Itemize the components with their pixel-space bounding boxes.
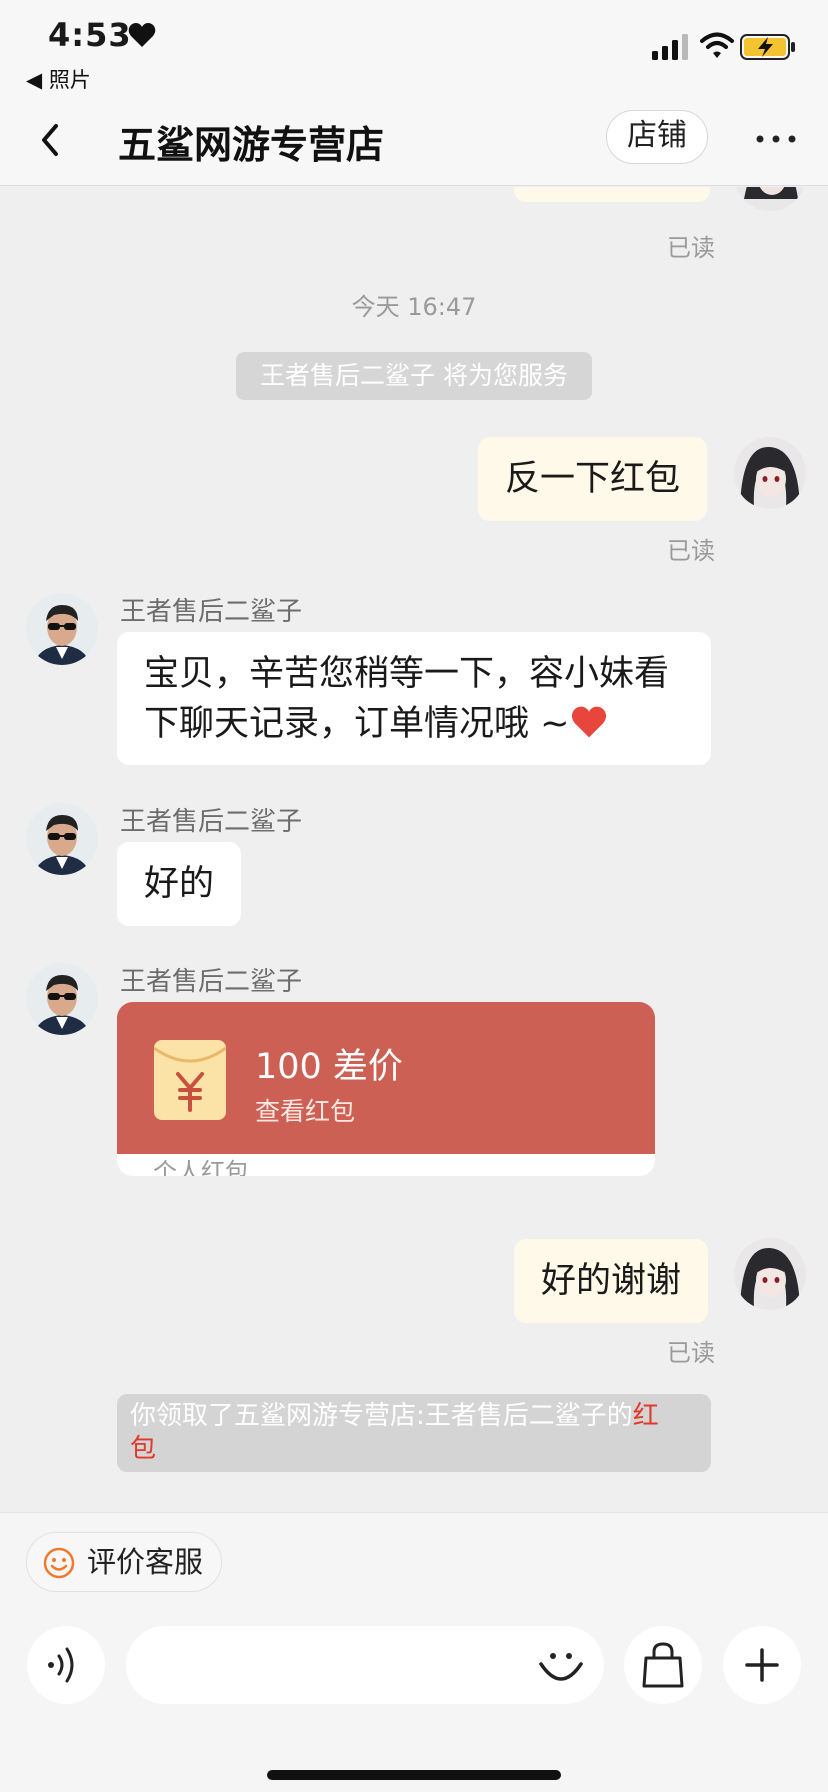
sender-name: 王者售后二鲨子 <box>120 967 303 997</box>
wifi-icon <box>700 32 734 58</box>
more-actions-button[interactable] <box>723 1626 801 1704</box>
battery-charging-icon <box>740 34 795 60</box>
red-packet-header: 100 差价 查看红包 <box>117 1002 655 1154</box>
message-input[interactable] <box>126 1626 604 1704</box>
page-title: 五鲨网游专营店 <box>118 123 385 167</box>
red-packet-link[interactable]: 红 <box>633 1401 659 1431</box>
heart-icon <box>128 23 156 47</box>
more-options-icon[interactable] <box>752 114 800 164</box>
back-arrow-icon[interactable] <box>32 116 72 164</box>
emoji-icon[interactable] <box>535 1638 587 1690</box>
read-status: 已读 <box>667 234 715 262</box>
voice-icon <box>48 1647 74 1683</box>
chat-area[interactable]: 已读 今天 16:47 王者售后二鲨子 将为您服务 反一下红包 已读 王者售后二… <box>0 187 828 1512</box>
red-packet-type: 个人红包 <box>153 1158 249 1176</box>
my-message-bubble[interactable]: 反一下红包 <box>478 437 708 521</box>
input-toolbar: 评价客服 <box>0 1512 828 1792</box>
agent-avatar[interactable] <box>26 803 98 875</box>
my-message-bubble[interactable]: 好的谢谢 <box>514 1239 709 1323</box>
red-packet-subtitle: 查看红包 <box>255 1097 356 1126</box>
red-envelope-yuan-icon <box>154 1040 226 1120</box>
shop-button[interactable]: 店铺 <box>606 110 708 164</box>
rate-service-button[interactable]: 评价客服 <box>26 1532 222 1592</box>
agent-message-bubble[interactable]: 好的 <box>117 842 242 926</box>
back-to-photos-link[interactable]: ◀ 照片 <box>26 64 91 94</box>
agent-message-bubble[interactable]: 宝贝，辛苦您稍等一下，容小妹看 下聊天记录，订单情况哦 ~ <box>117 632 711 765</box>
rate-service-label: 评价客服 <box>87 1545 204 1579</box>
red-heart-emoji-icon <box>572 706 607 738</box>
message-text-line: 宝贝，辛苦您稍等一下，容小妹看 <box>144 654 670 694</box>
smile-face-icon <box>43 1547 75 1579</box>
red-packet-card[interactable]: 100 差价 查看红包 个人红包 <box>117 1002 655 1176</box>
read-status: 已读 <box>667 1339 715 1367</box>
message-text-line: 下聊天记录，订单情况哦 ~ <box>144 704 570 744</box>
my-avatar[interactable] <box>734 1238 806 1310</box>
sender-name: 王者售后二鲨子 <box>120 807 303 837</box>
previous-message-bubble[interactable] <box>514 187 710 202</box>
timestamp: 今天 16:47 <box>351 293 477 321</box>
agent-avatar[interactable] <box>26 593 98 665</box>
my-avatar[interactable] <box>734 437 806 509</box>
service-notice: 王者售后二鲨子 将为您服务 <box>236 352 592 400</box>
message-text: 好的谢谢 <box>541 1261 682 1301</box>
home-indicator[interactable] <box>267 1770 561 1780</box>
sender-name: 王者售后二鲨子 <box>120 597 303 627</box>
red-packet-received-notice: 你领取了五鲨网游专营店:王者售后二鲨子的红包 <box>117 1394 711 1472</box>
message-text: 好的 <box>144 864 215 904</box>
red-packet-link[interactable]: 包 <box>130 1434 156 1464</box>
message-text: 反一下红包 <box>505 459 681 499</box>
my-avatar[interactable] <box>734 187 806 211</box>
read-status: 已读 <box>667 537 715 565</box>
plus-icon <box>745 1648 779 1682</box>
products-button[interactable] <box>624 1626 702 1704</box>
voice-input-button[interactable] <box>27 1626 105 1704</box>
red-packet-title: 100 差价 <box>255 1047 403 1087</box>
cellular-signal-icon <box>652 34 688 60</box>
chat-header: 五鲨网游专营店 店铺 <box>0 96 828 186</box>
agent-avatar[interactable] <box>26 963 98 1035</box>
notice-text: 你领取了五鲨网游专营店:王者售后二鲨子的 <box>130 1401 633 1431</box>
status-time: 4:53 <box>48 16 132 54</box>
shopping-bag-icon <box>642 1642 684 1688</box>
status-bar: 4:53 ◀ 照片 <box>0 0 828 96</box>
